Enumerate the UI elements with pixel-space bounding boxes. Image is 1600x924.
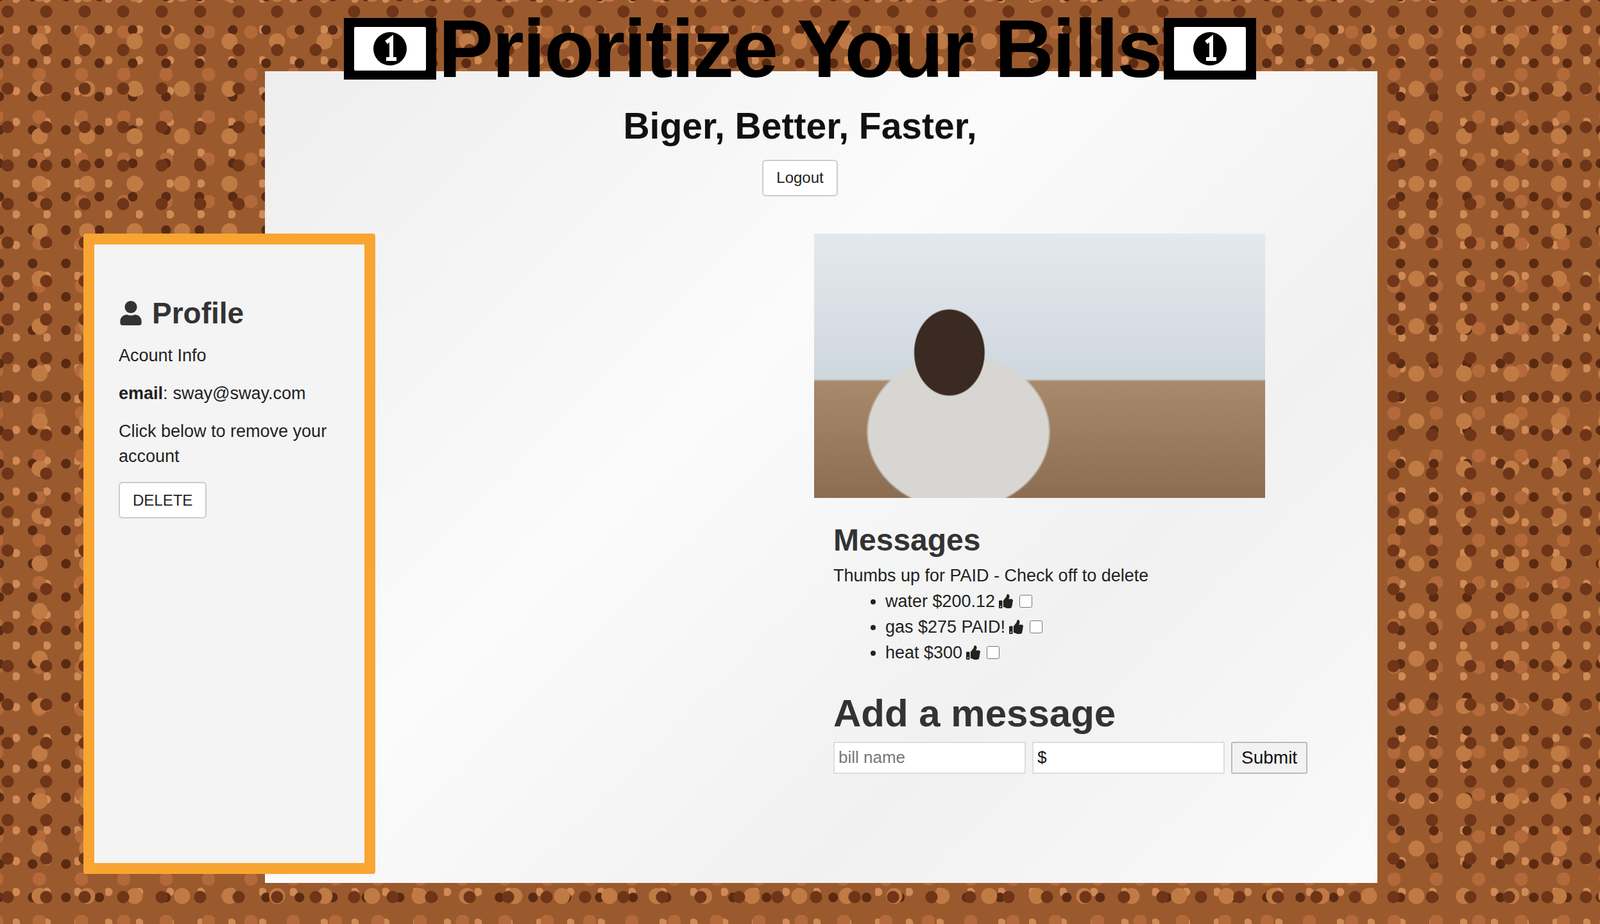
messages-hint: Thumbs up for PAID - Check off to delete (833, 563, 1315, 589)
user-icon (118, 300, 144, 326)
messages-title: Messages (833, 522, 1315, 558)
profile-panel: Profile Acount Info email:sway@sway.com Cli… (83, 233, 376, 874)
header: Prioritize Your Bills Biger, Better, Fast… (0, 0, 1600, 197)
amount-input[interactable] (1032, 741, 1225, 774)
message-item: heat $300 (885, 639, 1315, 666)
delete-checkbox[interactable] (1019, 594, 1033, 608)
bill-name-input[interactable] (833, 741, 1026, 774)
main-row: Profile Acount Info email:sway@sway.com Cli… (0, 233, 1600, 874)
profile-title: Profile (118, 295, 244, 331)
money-bill-icon (341, 15, 439, 83)
remove-text: Click below to remove your account (118, 418, 346, 469)
subtitle: Biger, Better, Faster, (622, 104, 977, 147)
thumbs-up-icon[interactable] (966, 645, 981, 660)
page: Prioritize Your Bills Biger, Better, Fast… (0, 0, 1600, 924)
thumbs-up-icon[interactable] (998, 594, 1013, 609)
delete-checkbox[interactable] (986, 646, 1000, 659)
account-info: Acount Info (118, 343, 207, 369)
email-line: email:sway@sway.com (118, 381, 307, 407)
logout-button[interactable]: Logout (762, 159, 838, 197)
delete-checkbox[interactable] (1029, 620, 1043, 634)
photo (814, 233, 1266, 498)
money-bill-icon (1161, 15, 1259, 83)
add-message-title: Add a message (833, 690, 1315, 736)
app-title: Prioritize Your Bills (341, 3, 1260, 95)
message-item: water $200.12 (885, 588, 1315, 614)
thumbs-up-icon[interactable] (1009, 619, 1024, 634)
delete-button[interactable]: DELETE (118, 481, 207, 519)
submit-button[interactable]: Submit (1231, 741, 1308, 774)
message-list: water $200.12gas $275 PAID!heat $300 (833, 588, 1315, 666)
message-item: gas $275 PAID! (885, 613, 1315, 640)
messages-column: Messages Thumbs up for PAID - Check off t… (814, 233, 1315, 774)
messages-section: Messages Thumbs up for PAID - Check off t… (814, 497, 1315, 774)
add-message-form: Submit (833, 741, 1315, 774)
